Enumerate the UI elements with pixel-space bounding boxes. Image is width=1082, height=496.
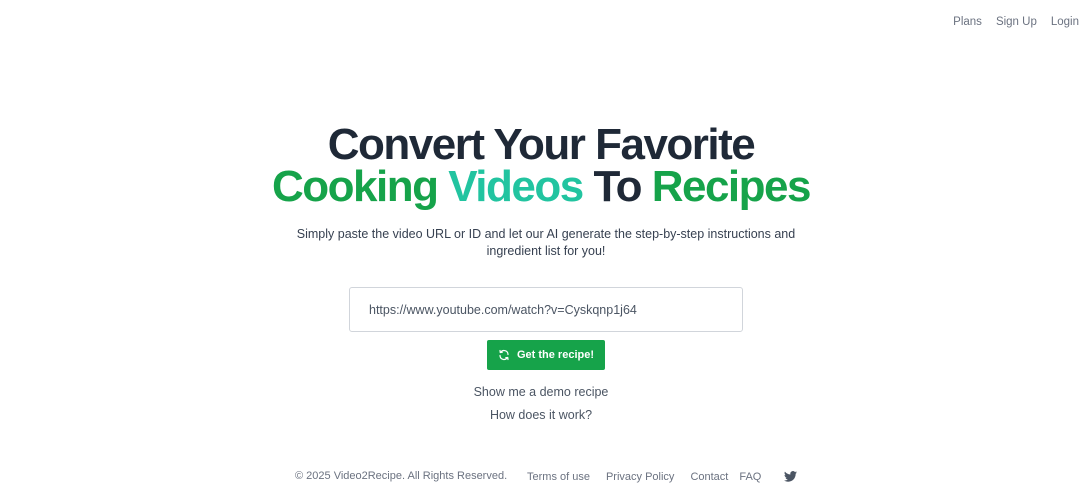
hero-headline: Convert Your Favorite Cooking Videos To … [0,123,1082,209]
footer-faq-link[interactable]: FAQ [739,471,761,483]
hero-subtitle: Simply paste the video URL or ID and let… [296,227,796,258]
headline-word-to: To [593,162,642,211]
footer: © 2025 Video2Recipe. All Rights Reserved… [0,470,1082,484]
headline-word-cooking: Cooking [272,162,439,211]
nav-signup-link[interactable]: Sign Up [996,15,1037,29]
get-recipe-label: Get the recipe! [516,349,595,361]
demo-recipe-link[interactable]: Show me a demo recipe [474,385,609,399]
hero: Convert Your Favorite Cooking Videos To … [0,123,1082,209]
how-it-works-row: How does it work? [0,408,1082,422]
how-it-works-link[interactable]: How does it work? [490,408,592,422]
refresh-icon [499,349,509,361]
demo-recipe-row: Show me a demo recipe [0,385,1082,399]
footer-privacy-link[interactable]: Privacy Policy [606,471,674,483]
headline-word-recipes: Recipes [651,162,812,211]
twitter-icon[interactable] [784,471,797,482]
footer-contact-link[interactable]: Contact [690,471,728,483]
copyright-text: © 2025 Video2Recipe. All Rights Reserved… [295,470,508,482]
get-recipe-button[interactable]: Get the recipe! [487,340,605,370]
nav-plans-link[interactable]: Plans [953,15,982,29]
nav-login-link[interactable]: Login [1051,15,1079,29]
footer-terms-link[interactable]: Terms of use [527,471,590,483]
top-nav: Plans Sign Up Login [939,15,1079,29]
footer-links: Terms of use Privacy Policy Contact FAQ [527,471,777,483]
headline-word-videos: Videos [448,162,584,211]
video-url-input[interactable] [349,287,743,332]
headline-line2: Cooking Videos To Recipes [0,165,1082,209]
